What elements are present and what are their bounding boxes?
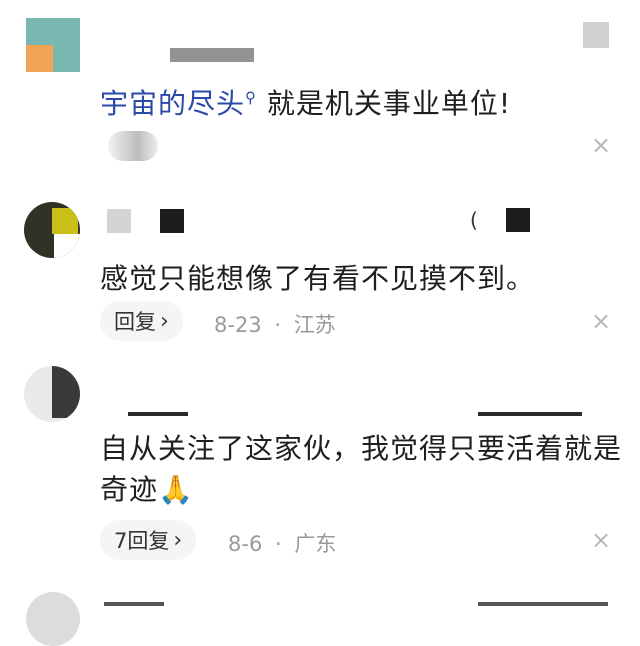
blurred-badge-bar — [478, 412, 582, 416]
avatar[interactable] — [24, 202, 80, 258]
comment-location: 广东 — [294, 532, 337, 556]
pray-emoji: 🙏 — [158, 473, 194, 506]
more-button[interactable] — [583, 22, 609, 48]
comment-date: 8-23 — [214, 313, 262, 337]
comment-body: 就是机关事业单位! — [266, 87, 512, 120]
avatar-dark-block — [52, 366, 80, 418]
comment-text: 感觉只能想像了有看不见摸不到。 — [100, 262, 536, 295]
chevron-right-icon: › — [173, 527, 183, 553]
meta-separator: · — [275, 532, 282, 556]
comment-meta: 8-23 · 江苏 — [214, 309, 336, 339]
meta-separator: · — [274, 313, 282, 337]
blurred-reply-preview — [108, 131, 158, 161]
blurred-username-part-2 — [160, 209, 184, 233]
avatar-yellow-block — [52, 208, 78, 234]
blurred-username-part-1 — [107, 209, 131, 233]
avatar[interactable] — [26, 592, 80, 646]
close-icon[interactable]: × — [591, 133, 611, 157]
blurred-username — [128, 412, 188, 416]
mention-link[interactable]: 宇宙的尽头 — [100, 87, 245, 120]
blurred-username — [104, 602, 164, 606]
blurred-badge-bar — [478, 602, 608, 606]
avatar[interactable] — [26, 18, 80, 72]
comment-body: 奇迹 — [100, 473, 159, 506]
avatar-orange-block — [26, 45, 53, 72]
blurred-symbol: ( — [470, 208, 478, 232]
blurred-username — [170, 48, 254, 62]
reply-button[interactable]: 7回复 › — [100, 520, 197, 560]
comment-text: 宇宙的尽头⚲ 就是机关事业单位! — [100, 82, 511, 122]
avatar[interactable] — [24, 366, 80, 422]
comment-location: 江苏 — [293, 313, 336, 337]
chevron-right-icon: › — [160, 308, 169, 334]
comment-meta: 8-6 · 广东 — [228, 528, 336, 558]
reply-label: 回复 — [114, 310, 156, 334]
comment-date: 8-6 — [228, 532, 263, 556]
avatar-white-corner — [54, 234, 80, 258]
search-icon[interactable]: ⚲ — [245, 89, 257, 107]
reply-label: 7回复 — [114, 529, 170, 553]
comment-text-line-1: 自从关注了这家伙，我觉得只要活着就是 — [100, 432, 623, 465]
comment-text-line-2: 奇迹🙏 — [100, 468, 194, 508]
blurred-badge — [506, 208, 530, 232]
reply-button[interactable]: 回复 › — [100, 301, 183, 341]
close-icon[interactable]: × — [591, 309, 611, 333]
close-icon[interactable]: × — [591, 528, 611, 552]
